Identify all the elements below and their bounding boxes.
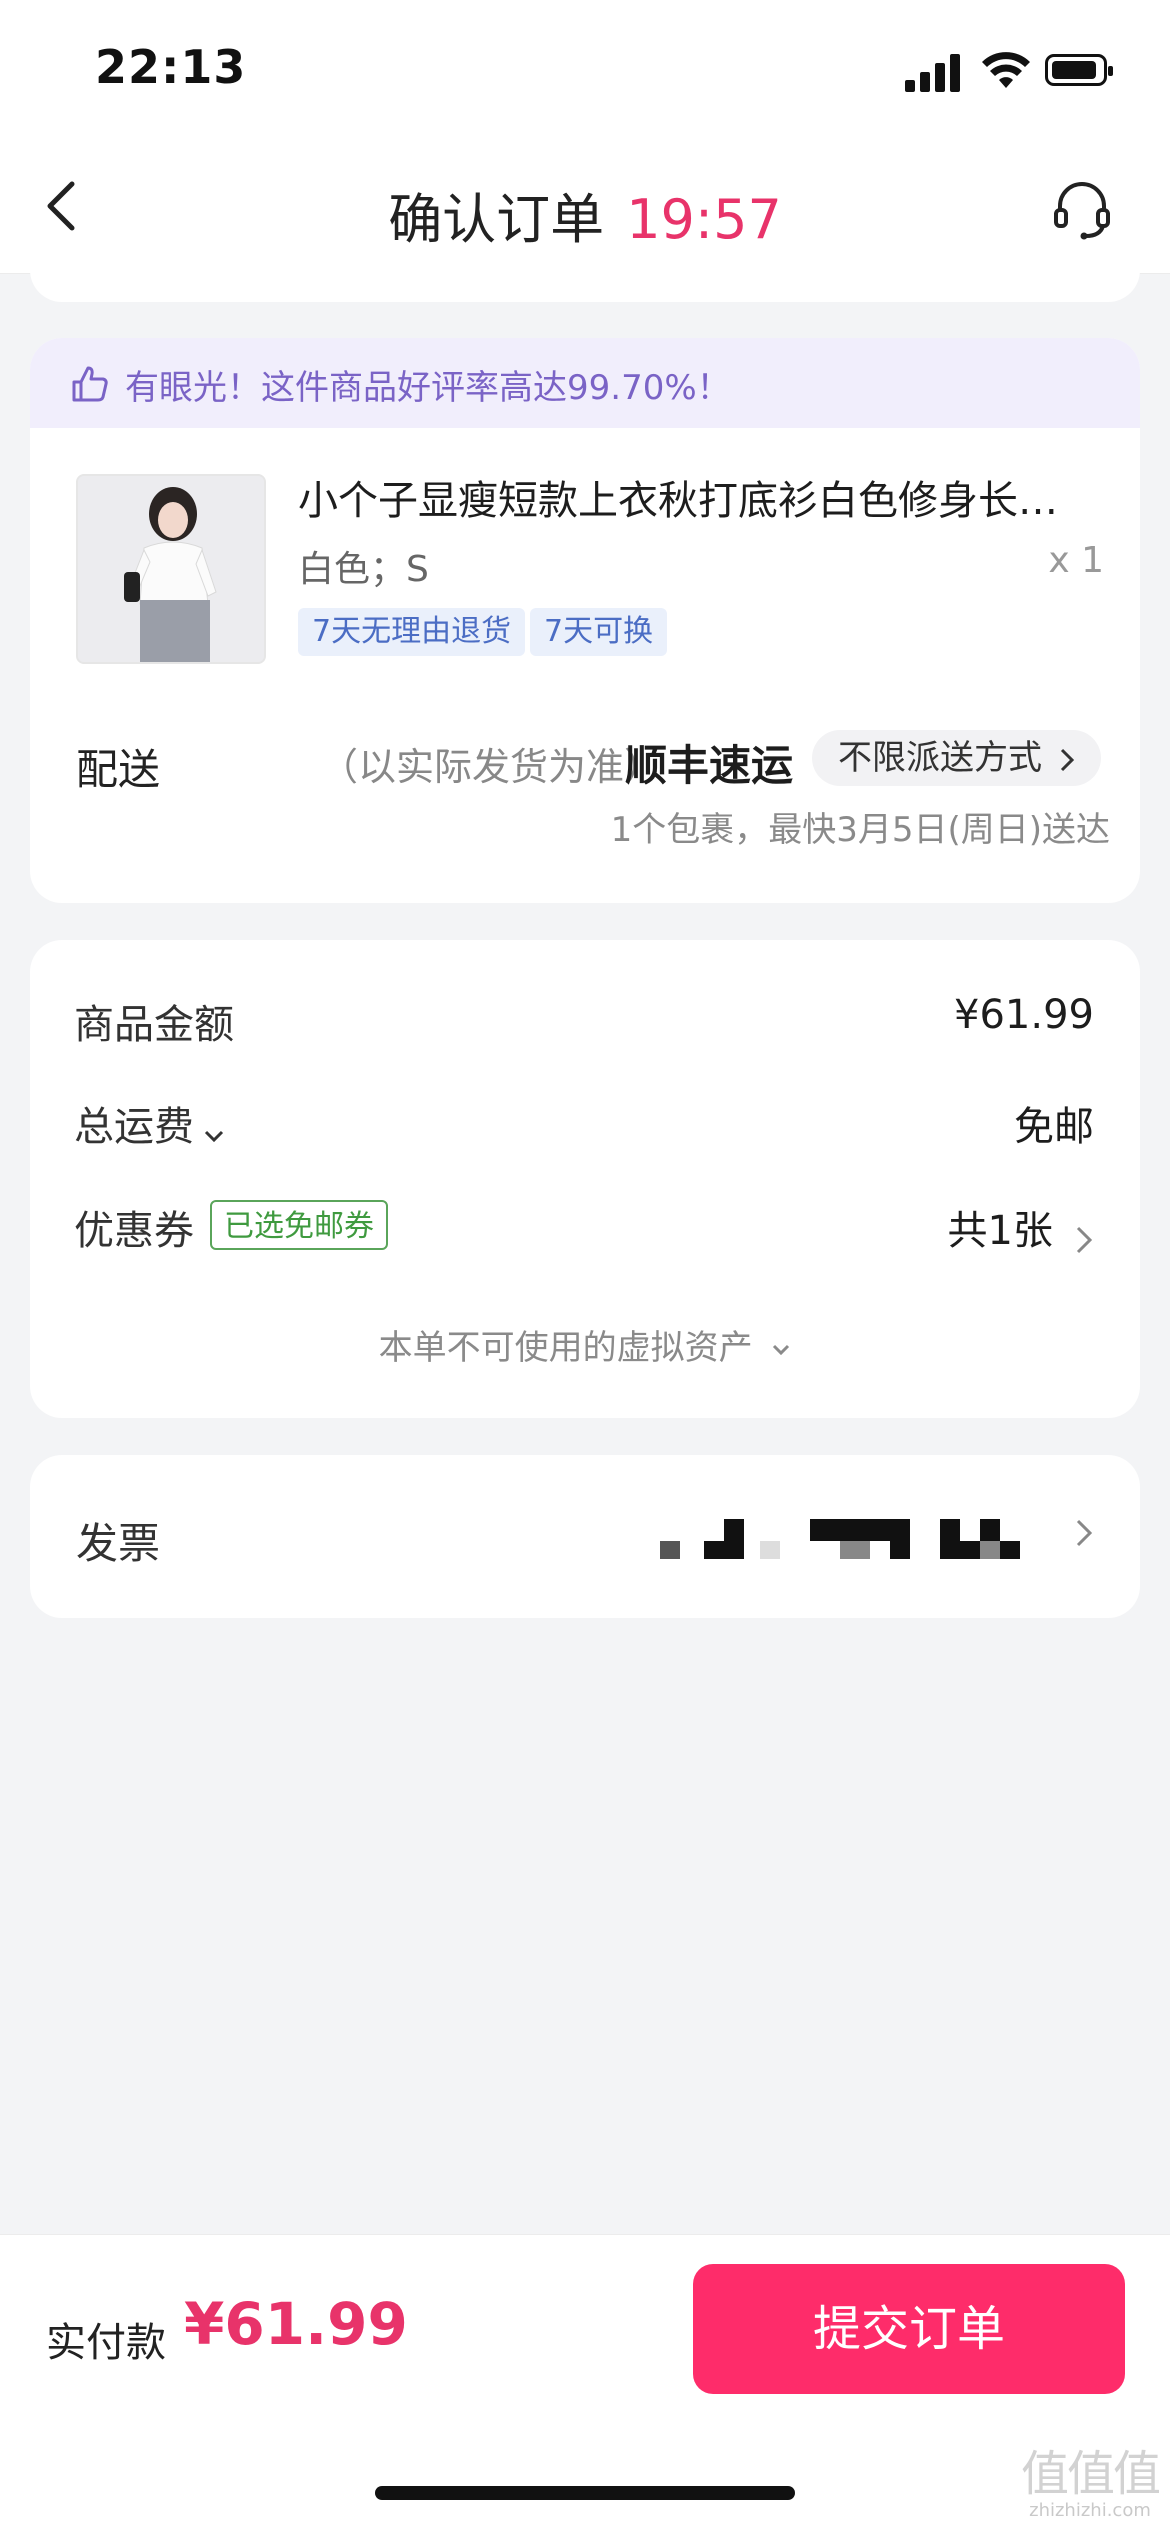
shipping-fee-label: 总运费 xyxy=(74,1104,194,1150)
page-title-text: 确认订单 xyxy=(388,188,605,251)
virtual-assets-label: 本单不可使用的虚拟资产 xyxy=(378,1328,753,1368)
shipping-carrier: 顺丰速运 xyxy=(625,741,794,790)
home-indicator[interactable] xyxy=(375,2486,795,2500)
coupon-count: 共1张 xyxy=(947,1208,1053,1254)
shipping-method-label: 不限派送方式 xyxy=(838,738,1042,778)
pay-amount-label: 实付款 xyxy=(46,2320,166,2366)
submit-order-button[interactable]: 提交订单 xyxy=(693,2264,1125,2394)
praise-text: 有眼光！这件商品好评率高达99.70%！ xyxy=(125,368,731,408)
invoice-label: 发票 xyxy=(76,1519,161,1568)
watermark-url: zhizhizhi.com xyxy=(1029,2499,1151,2521)
invoice-card[interactable]: 发票 xyxy=(30,1455,1140,1618)
shipping-fee-value: 免邮 xyxy=(1014,1104,1094,1150)
shipping-method-selector[interactable]: 不限派送方式 xyxy=(812,730,1101,786)
product-photo-illustration xyxy=(78,476,264,662)
watermark-logo-text: 值值值 xyxy=(1020,2446,1161,2502)
address-card-partial xyxy=(30,260,1140,302)
virtual-assets-toggle[interactable]: 本单不可使用的虚拟资产 xyxy=(30,1320,1140,1369)
tag-exchange-7days: 7天可换 xyxy=(530,608,668,656)
invoice-value-pixelated xyxy=(660,1507,1080,1567)
price-summary-card: 商品金额 ¥61.99 总运费 免邮 优惠券 已选免邮券 共1张 本单不可使用的… xyxy=(30,940,1140,1418)
goods-amount-label: 商品金额 xyxy=(74,1002,234,1048)
goods-amount-value: ¥61.99 xyxy=(954,992,1094,1038)
chevron-down-icon xyxy=(773,1344,790,1355)
customer-service-icon[interactable] xyxy=(1050,178,1114,242)
shipping-label: 配送 xyxy=(76,745,161,794)
chevron-right-icon xyxy=(1076,1226,1093,1253)
chevron-down-icon xyxy=(205,1130,224,1142)
wifi-icon xyxy=(982,52,1030,88)
praise-banner: 有眼光！这件商品好评率高达99.70%！ xyxy=(30,338,1140,428)
coupon-selected-tag: 已选免邮券 xyxy=(210,1200,388,1250)
product-quantity: x 1 xyxy=(1048,540,1104,581)
cellular-signal-icon xyxy=(905,52,963,92)
delivery-estimate: 1个包裹，最快3月5日(周日)送达 xyxy=(610,810,1110,850)
shipping-note: （以实际发货为准） xyxy=(320,745,663,789)
site-watermark: 值值值 zhizhizhi.com xyxy=(1015,2448,1165,2521)
product-thumbnail[interactable] xyxy=(76,474,266,664)
product-card: 有眼光！这件商品好评率高达99.70%！ 小个子显瘦短款上衣秋打底衫白色修身长…… xyxy=(30,338,1140,903)
thumbs-up-icon xyxy=(72,366,108,402)
battery-icon xyxy=(1045,54,1113,86)
coupon-selector[interactable]: 共1张 xyxy=(947,1198,1094,1256)
status-time: 22:13 xyxy=(95,40,247,94)
page-title: 确认订单 19:57 xyxy=(0,175,1170,254)
shipping-fee-toggle[interactable]: 总运费 xyxy=(74,1094,225,1152)
countdown-timer: 19:57 xyxy=(626,188,782,251)
coupon-label: 优惠券 xyxy=(74,1208,194,1254)
tag-return-7days: 7天无理由退货 xyxy=(298,608,526,656)
product-title[interactable]: 小个子显瘦短款上衣秋打底衫白色修身长… xyxy=(298,468,1098,526)
chevron-right-icon xyxy=(1076,1519,1093,1547)
product-spec: 白色；S xyxy=(298,549,429,590)
pay-amount-value: ¥61.99 xyxy=(184,2290,408,2358)
chevron-right-icon xyxy=(1060,748,1074,771)
